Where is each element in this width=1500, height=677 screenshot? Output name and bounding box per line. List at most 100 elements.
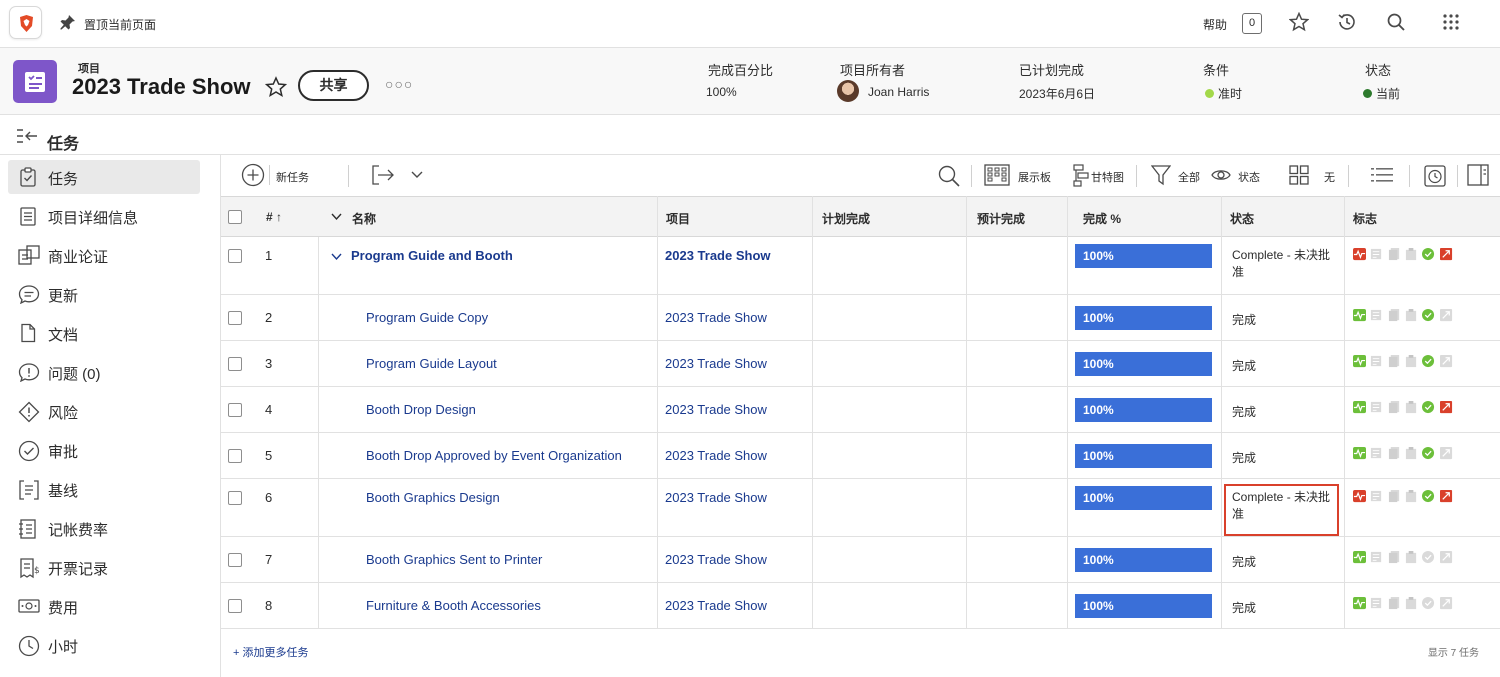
clipboard-icon[interactable]: [1405, 490, 1418, 503]
column-header-status[interactable]: 状态: [1230, 210, 1254, 227]
table-row[interactable]: 6 Booth Graphics Design 2023 Trade Show 100…: [221, 479, 1500, 537]
clipboard-icon[interactable]: [1405, 551, 1418, 564]
table-row[interactable]: 7 Booth Graphics Sent to Printer 2023 Trad…: [221, 537, 1500, 583]
clipboard-icon[interactable]: [1405, 447, 1418, 460]
task-name-link[interactable]: Furniture & Booth Accessories: [366, 598, 541, 613]
task-name-link[interactable]: Booth Graphics Sent to Printer: [366, 552, 542, 567]
sidebar-item-hours[interactable]: 小时: [8, 628, 200, 662]
row-checkbox[interactable]: [228, 357, 242, 371]
health-pulse-icon[interactable]: [1353, 401, 1366, 414]
health-pulse-icon[interactable]: [1353, 248, 1366, 261]
sidebar-item-billing-rates[interactable]: 记帐费率: [8, 511, 200, 545]
column-header-name[interactable]: 名称: [352, 210, 376, 227]
notes-icon[interactable]: [1370, 551, 1383, 564]
add-more-tasks-link[interactable]: + 添加更多任务: [233, 644, 308, 660]
notes-icon[interactable]: [1370, 490, 1383, 503]
sidebar-item-documents[interactable]: 文档: [8, 316, 200, 350]
late-dependency-icon[interactable]: [1440, 551, 1453, 564]
done-check-icon[interactable]: [1422, 309, 1435, 322]
row-checkbox[interactable]: [228, 491, 242, 505]
chevron-down-icon[interactable]: [331, 213, 342, 221]
late-dependency-icon[interactable]: [1440, 355, 1453, 368]
documents-icon[interactable]: [1388, 401, 1401, 414]
notes-icon[interactable]: [1370, 309, 1383, 322]
column-header-number[interactable]: # ↑: [266, 210, 282, 224]
late-dependency-icon[interactable]: [1440, 401, 1453, 414]
row-checkbox[interactable]: [228, 403, 242, 417]
task-status[interactable]: Complete - 未决批准: [1232, 247, 1332, 281]
row-checkbox[interactable]: [228, 449, 242, 463]
project-link[interactable]: 2023 Trade Show: [665, 552, 767, 567]
search-icon[interactable]: [1386, 12, 1406, 32]
task-name-link[interactable]: Booth Drop Design: [366, 402, 476, 417]
task-name-link[interactable]: Program Guide Copy: [366, 310, 488, 325]
project-link[interactable]: 2023 Trade Show: [665, 310, 767, 325]
documents-icon[interactable]: [1388, 309, 1401, 322]
done-check-icon[interactable]: [1422, 490, 1435, 503]
project-link[interactable]: 2023 Trade Show: [665, 402, 767, 417]
list-view-icon[interactable]: [1371, 167, 1393, 183]
health-pulse-icon[interactable]: [1353, 597, 1366, 610]
row-checkbox[interactable]: [228, 599, 242, 613]
project-link[interactable]: 2023 Trade Show: [665, 598, 767, 613]
table-row[interactable]: 2 Program Guide Copy 2023 Trade Show 100% 完成: [221, 295, 1500, 341]
documents-icon[interactable]: [1388, 490, 1401, 503]
column-header-percent-complete[interactable]: 完成 %: [1083, 210, 1121, 227]
app-logo-button[interactable]: [9, 6, 42, 39]
timeline-clock-icon[interactable]: [1424, 164, 1446, 188]
health-pulse-icon[interactable]: [1353, 447, 1366, 460]
documents-icon[interactable]: [1388, 551, 1401, 564]
health-pulse-icon[interactable]: [1353, 551, 1366, 564]
task-status[interactable]: 完成: [1232, 358, 1332, 375]
project-link[interactable]: 2023 Trade Show: [665, 490, 767, 505]
health-pulse-icon[interactable]: [1353, 309, 1366, 322]
late-dependency-icon[interactable]: [1440, 309, 1453, 322]
favorite-star-icon[interactable]: [265, 76, 287, 98]
notification-count[interactable]: 0: [1242, 13, 1262, 34]
table-row[interactable]: 4 Booth Drop Design 2023 Trade Show 100% 完成: [221, 387, 1500, 433]
select-all-checkbox[interactable]: [228, 210, 242, 224]
project-owner-value[interactable]: Joan Harris: [868, 85, 929, 99]
side-panel-icon[interactable]: [1467, 164, 1489, 186]
late-dependency-icon[interactable]: [1440, 248, 1453, 261]
clipboard-icon[interactable]: [1405, 355, 1418, 368]
expand-chevron-icon[interactable]: [331, 253, 342, 261]
sidebar-item-expenses[interactable]: 费用: [8, 589, 200, 623]
clipboard-icon[interactable]: [1405, 309, 1418, 322]
project-link[interactable]: 2023 Trade Show: [665, 448, 767, 463]
row-checkbox[interactable]: [228, 249, 242, 263]
pin-icon[interactable]: [60, 14, 76, 30]
task-name-link[interactable]: Program Guide Layout: [366, 356, 497, 371]
task-status[interactable]: 完成: [1232, 450, 1332, 467]
share-button[interactable]: 共享: [298, 70, 369, 101]
sidebar-item-tasks[interactable]: 任务: [8, 160, 200, 194]
done-check-icon[interactable]: [1422, 401, 1435, 414]
done-check-icon[interactable]: [1422, 551, 1435, 564]
row-checkbox[interactable]: [228, 311, 242, 325]
notes-icon[interactable]: [1370, 597, 1383, 610]
search-icon[interactable]: [937, 164, 961, 188]
notes-icon[interactable]: [1370, 447, 1383, 460]
more-options-icon[interactable]: ○○○: [385, 76, 413, 92]
history-icon[interactable]: [1337, 12, 1357, 32]
help-link[interactable]: 帮助: [1203, 16, 1227, 33]
project-link[interactable]: 2023 Trade Show: [665, 248, 771, 263]
collapse-panel-icon[interactable]: [16, 127, 38, 145]
column-header-flags[interactable]: 标志: [1353, 210, 1377, 227]
done-check-icon[interactable]: [1422, 597, 1435, 610]
column-header-planned-completion[interactable]: 计划完成: [822, 210, 870, 227]
table-row[interactable]: 5 Booth Drop Approved by Event Organizati…: [221, 433, 1500, 479]
app-grid-icon[interactable]: [1442, 12, 1460, 32]
late-dependency-icon[interactable]: [1440, 597, 1453, 610]
sidebar-item-project-details[interactable]: 项目详细信息: [8, 199, 200, 233]
sidebar-item-invoice-records[interactable]: $ 开票记录: [8, 550, 200, 584]
star-icon[interactable]: [1289, 12, 1309, 32]
documents-icon[interactable]: [1388, 447, 1401, 460]
owner-avatar[interactable]: [837, 80, 859, 102]
late-dependency-icon[interactable]: [1440, 490, 1453, 503]
sidebar-item-baselines[interactable]: 基线: [8, 472, 200, 506]
pin-page-label[interactable]: 置顶当前页面: [84, 16, 156, 33]
task-status[interactable]: 完成: [1232, 600, 1332, 617]
sidebar-item-business-case[interactable]: 商业论证: [8, 238, 200, 272]
task-name-link[interactable]: Booth Drop Approved by Event Organizatio…: [366, 448, 622, 463]
